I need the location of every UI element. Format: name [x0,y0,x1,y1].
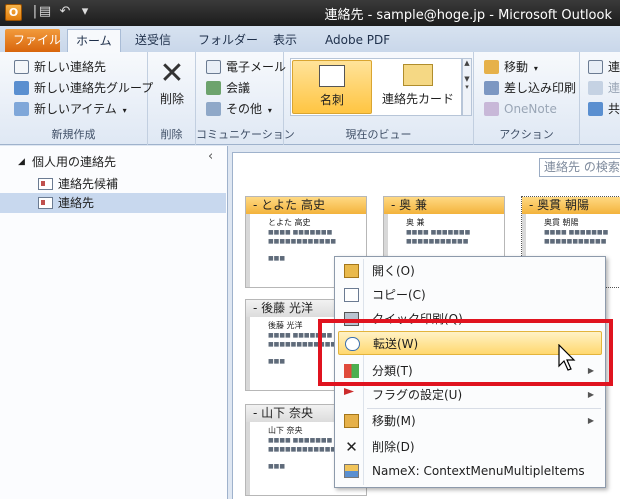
group-label-communication: コミュニケーション [196,128,295,141]
card-header: - とよた 高史 [246,197,366,214]
mail-merge-icon [484,81,499,95]
nav-item-suggested-contacts[interactable]: 連絡先候補 [0,174,226,194]
card-name: 奥 兼 [406,218,425,227]
ribbon: 新しい連絡先 新しい連絡先グループ 新しいアイテム ▾ 新規作成 ✕ 削除 削除… [0,52,620,145]
menu-item-flag[interactable]: フラグの設定(U) ▶ [338,383,602,407]
undo-icon[interactable]: ↶ [56,3,74,21]
mail-merge-button[interactable]: 差し込み印刷 [484,78,576,98]
menu-item-open[interactable]: 開く(O) [338,259,602,283]
contact-card-icon [14,60,29,74]
card-detail-line: ■■■■■■■■■■■ [406,238,469,245]
new-items-icon [14,102,29,116]
onenote-icon [484,102,499,116]
more-button[interactable]: その他 ▾ [206,99,272,119]
customize-toolbar-icon[interactable]: ▾ [76,3,94,21]
delete-x-icon: ✕ [345,438,358,456]
title-bar: O | ▤ ↶ ▾ 連絡先 - sample@hoge.jp - Microso… [0,0,620,26]
copy-icon [344,288,359,302]
ribbon-tab-bar: ファイル ホーム 送受信 フォルダー 表示 Adobe PDF [0,26,620,52]
tab-view[interactable]: 表示 [265,29,305,52]
outlook-app-icon[interactable]: O [5,4,22,21]
contact-folder-icon [38,197,53,209]
card-detail-line: ■■■■ ■■■■■■■ [268,229,333,236]
card-side [246,214,250,287]
share-icon [588,102,603,116]
new-group: 新しい連絡先 新しい連絡先グループ 新しいアイテム ▾ 新規作成 [0,52,153,145]
submenu-arrow-icon: ▶ [587,416,594,425]
tab-adobe-pdf[interactable]: Adobe PDF [317,29,398,52]
meeting-icon [206,81,221,95]
card-name: 奥貫 朝陽 [544,218,579,227]
more-icon [206,102,221,116]
submenu-arrow-icon: ▶ [587,390,594,399]
current-view-group: 名刺 連絡先カード ▲ ▼ ▾ 現在のビュー [284,52,474,145]
overflow-item-2[interactable]: 連 [588,78,620,98]
chevron-down-icon: ▾ [533,64,538,73]
tab-home[interactable]: ホーム [67,29,121,52]
open-folder-icon [344,264,359,278]
menu-item-copy[interactable]: コピー(C) [338,283,602,307]
menu-item-delete[interactable]: ✕ 削除(D) [338,435,602,459]
addin-icon [344,464,359,478]
chevron-down-icon: ▾ [267,106,272,115]
send-receive-icon[interactable]: ▤ [36,3,54,21]
card-side [246,317,250,390]
meeting-button[interactable]: 会議 [206,78,250,98]
triangle-down-icon: ◢ [18,157,25,167]
contact-folder-icon [38,178,53,190]
flag-icon [344,388,354,395]
card-detail-line: ■■■■■■■■■■■ [544,238,607,245]
email-button[interactable]: 電子メール [206,57,286,77]
card-detail-line: ■■■■ ■■■■■■■ [406,229,471,236]
contact-icon [588,60,603,74]
menu-item-move[interactable]: 移動(M) ▶ [338,409,602,433]
overflow-item-3[interactable]: 共 [588,99,620,119]
nav-item-contacts[interactable]: 連絡先 [0,193,226,213]
overflow-item-1[interactable]: 連 [588,57,620,77]
card-side [246,422,250,495]
window-title: 連絡先 - sample@hoge.jp - Microsoft Outlook [324,8,612,23]
group-label-current-view: 現在のビュー [345,128,412,141]
communication-group: 電子メール 会議 その他 ▾ コミュニケーション [196,52,295,145]
group-label-new: 新規作成 [51,128,96,141]
tab-send-receive[interactable]: 送受信 [127,29,179,52]
business-card-icon [319,65,345,87]
nav-header-my-contacts[interactable]: ◢ 個人用の連絡先 [0,152,226,172]
mouse-cursor-icon [558,344,576,371]
envelope-icon [403,64,433,86]
move-button[interactable]: 移動 ▾ [484,57,538,77]
group-label-action: アクション [499,128,554,141]
card-header: - 奥 兼 [384,197,504,214]
contact-group-icon [14,81,29,95]
move-folder-icon [484,60,499,74]
email-icon [206,60,221,74]
view-business-card[interactable]: 名刺 [292,60,372,114]
search-input[interactable]: 連絡先 の検索 [539,158,620,177]
move-folder-icon [344,414,359,428]
card-header: - 奥貫 朝陽 [522,197,620,214]
menu-item-namex[interactable]: NameX: ContextMenuMultipleItems [338,459,602,483]
new-items-button[interactable]: 新しいアイテム ▾ [14,99,127,119]
delete-x-icon: ✕ [159,56,185,91]
card-detail-line: ■■■■ ■■■■■■■ [544,229,609,236]
action-group: 移動 ▾ 差し込み印刷 OneNote アクション [474,52,580,145]
view-contact-card[interactable]: 連絡先カード [376,60,460,114]
new-contact-button[interactable]: 新しい連絡先 [14,57,106,77]
delete-group: ✕ 削除 削除 [148,52,196,145]
onenote-button[interactable]: OneNote [484,99,557,119]
gallery-scroll[interactable]: ▲ ▼ ▾ [462,58,472,116]
navigation-pane: ‹ ◢ 個人用の連絡先 連絡先候補 連絡先 [0,146,228,499]
card-detail-line: ■■■■■■■■■■■■ [268,238,337,245]
overflow-group: 連 連 共 [580,52,620,145]
card-name: とよた 高史 [268,218,311,227]
delete-button[interactable]: ✕ 削除 [152,58,192,107]
tab-file[interactable]: ファイル [5,29,61,52]
tab-folder[interactable]: フォルダー [190,29,266,52]
group-label-delete: 削除 [160,128,183,141]
contact-icon [588,81,603,95]
chevron-down-icon: ▾ [122,106,127,115]
new-contact-group-button[interactable]: 新しい連絡先グループ [14,78,153,98]
